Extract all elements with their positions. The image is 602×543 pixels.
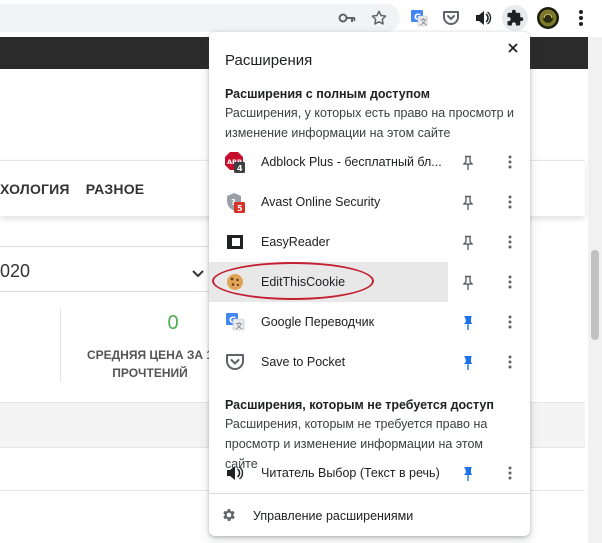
nav-item[interactable]: РАЗНОЕ	[86, 181, 145, 197]
manage-extensions-label: Управление расширениями	[253, 509, 414, 523]
extension-name: Avast Online Security	[261, 195, 381, 209]
cookie-icon	[225, 272, 245, 292]
stat-label-line: СРЕДНЯЯ ЦЕНА ЗА 1	[86, 348, 214, 362]
stat-divider	[60, 308, 61, 382]
stat-label: СРЕДНЯЯ ЦЕНА ЗА 1 ПРОЧТЕНИЙ	[80, 346, 220, 382]
more-vert-icon[interactable]	[502, 354, 518, 370]
star-icon[interactable]	[366, 5, 392, 31]
extension-row-reader[interactable]: Читатель Выбор (Текст в речь)	[209, 453, 530, 493]
pin-icon[interactable]	[460, 315, 476, 331]
more-vert-icon[interactable]	[502, 194, 518, 210]
date-select[interactable]: 020	[0, 246, 215, 292]
pin-icon[interactable]	[460, 235, 476, 251]
extension-name: Google Переводчик	[261, 315, 375, 329]
extensions-popup: Расширения Расширения с полным доступом …	[209, 32, 530, 536]
key-icon[interactable]	[334, 5, 360, 31]
speaker-icon	[225, 463, 245, 483]
pocket-icon	[225, 352, 245, 372]
stat-label-line: ПРОЧТЕНИЙ	[112, 366, 188, 380]
more-vert-icon[interactable]	[502, 314, 518, 330]
extension-name: Читатель Выбор (Текст в речь)	[261, 466, 440, 480]
translate-icon[interactable]: G文	[406, 5, 432, 31]
badge-count: 5	[237, 204, 243, 213]
pin-icon[interactable]	[460, 466, 476, 482]
badge-count: 4	[237, 164, 243, 173]
svg-text:文: 文	[236, 321, 243, 330]
extension-row-pocket[interactable]: Save to Pocket	[209, 342, 530, 382]
stat-value: 0	[167, 312, 179, 334]
svg-text:文: 文	[420, 17, 427, 26]
pin-icon[interactable]	[460, 155, 476, 171]
extension-row-easyreader[interactable]: EasyReader	[209, 222, 530, 262]
popup-title: Расширения	[225, 52, 313, 69]
kebab-icon[interactable]	[568, 5, 594, 31]
more-vert-icon[interactable]	[502, 234, 518, 250]
more-vert-icon[interactable]	[502, 465, 518, 481]
date-value: 020	[0, 261, 31, 281]
extension-name: EasyReader	[261, 235, 330, 249]
extension-name: Save to Pocket	[261, 355, 346, 369]
no-access-heading: Расширения, которым не требуется доступ	[225, 398, 494, 412]
pocket-icon[interactable]	[438, 5, 464, 31]
speaker-icon[interactable]	[470, 5, 496, 31]
close-icon[interactable]	[503, 38, 523, 58]
abp-icon: ABP 4	[225, 152, 245, 173]
extension-row-adblock[interactable]: ABP 4 Adblock Plus - бесплатный бл...	[209, 142, 530, 182]
more-vert-icon[interactable]	[502, 154, 518, 170]
pin-icon[interactable]	[460, 195, 476, 211]
extension-row-avast[interactable]: ? 5 Avast Online Security	[209, 182, 530, 222]
puzzle-icon[interactable]	[502, 5, 528, 31]
extension-name: Adblock Plus - бесплатный бл...	[261, 155, 442, 169]
translate-icon: G文	[225, 312, 245, 332]
pin-icon[interactable]	[460, 275, 476, 291]
chevron-down-icon	[192, 265, 204, 283]
full-access-description: Расширения, у которых есть право на прос…	[225, 106, 515, 140]
more-vert-icon[interactable]	[502, 274, 518, 290]
full-access-heading: Расширения с полным доступом	[225, 87, 430, 101]
nav-item[interactable]: ХОЛОГИЯ	[0, 181, 70, 197]
extension-row-editthiscookie[interactable]: EditThisCookie	[209, 262, 448, 302]
extension-name: EditThisCookie	[261, 275, 346, 289]
pin-icon[interactable]	[460, 355, 476, 371]
gear-icon	[221, 507, 237, 528]
avatar[interactable]	[535, 5, 561, 31]
avast-icon: ? 5	[225, 192, 245, 213]
easyreader-icon	[225, 232, 245, 252]
page-scrollbar-thumb[interactable]	[591, 250, 599, 340]
extension-row-google-translate[interactable]: G文 Google Переводчик	[209, 302, 530, 342]
manage-extensions-button[interactable]: Управление расширениями	[209, 494, 530, 536]
nav-items: ХОЛОГИЯ РАЗНОЕ	[0, 181, 156, 197]
